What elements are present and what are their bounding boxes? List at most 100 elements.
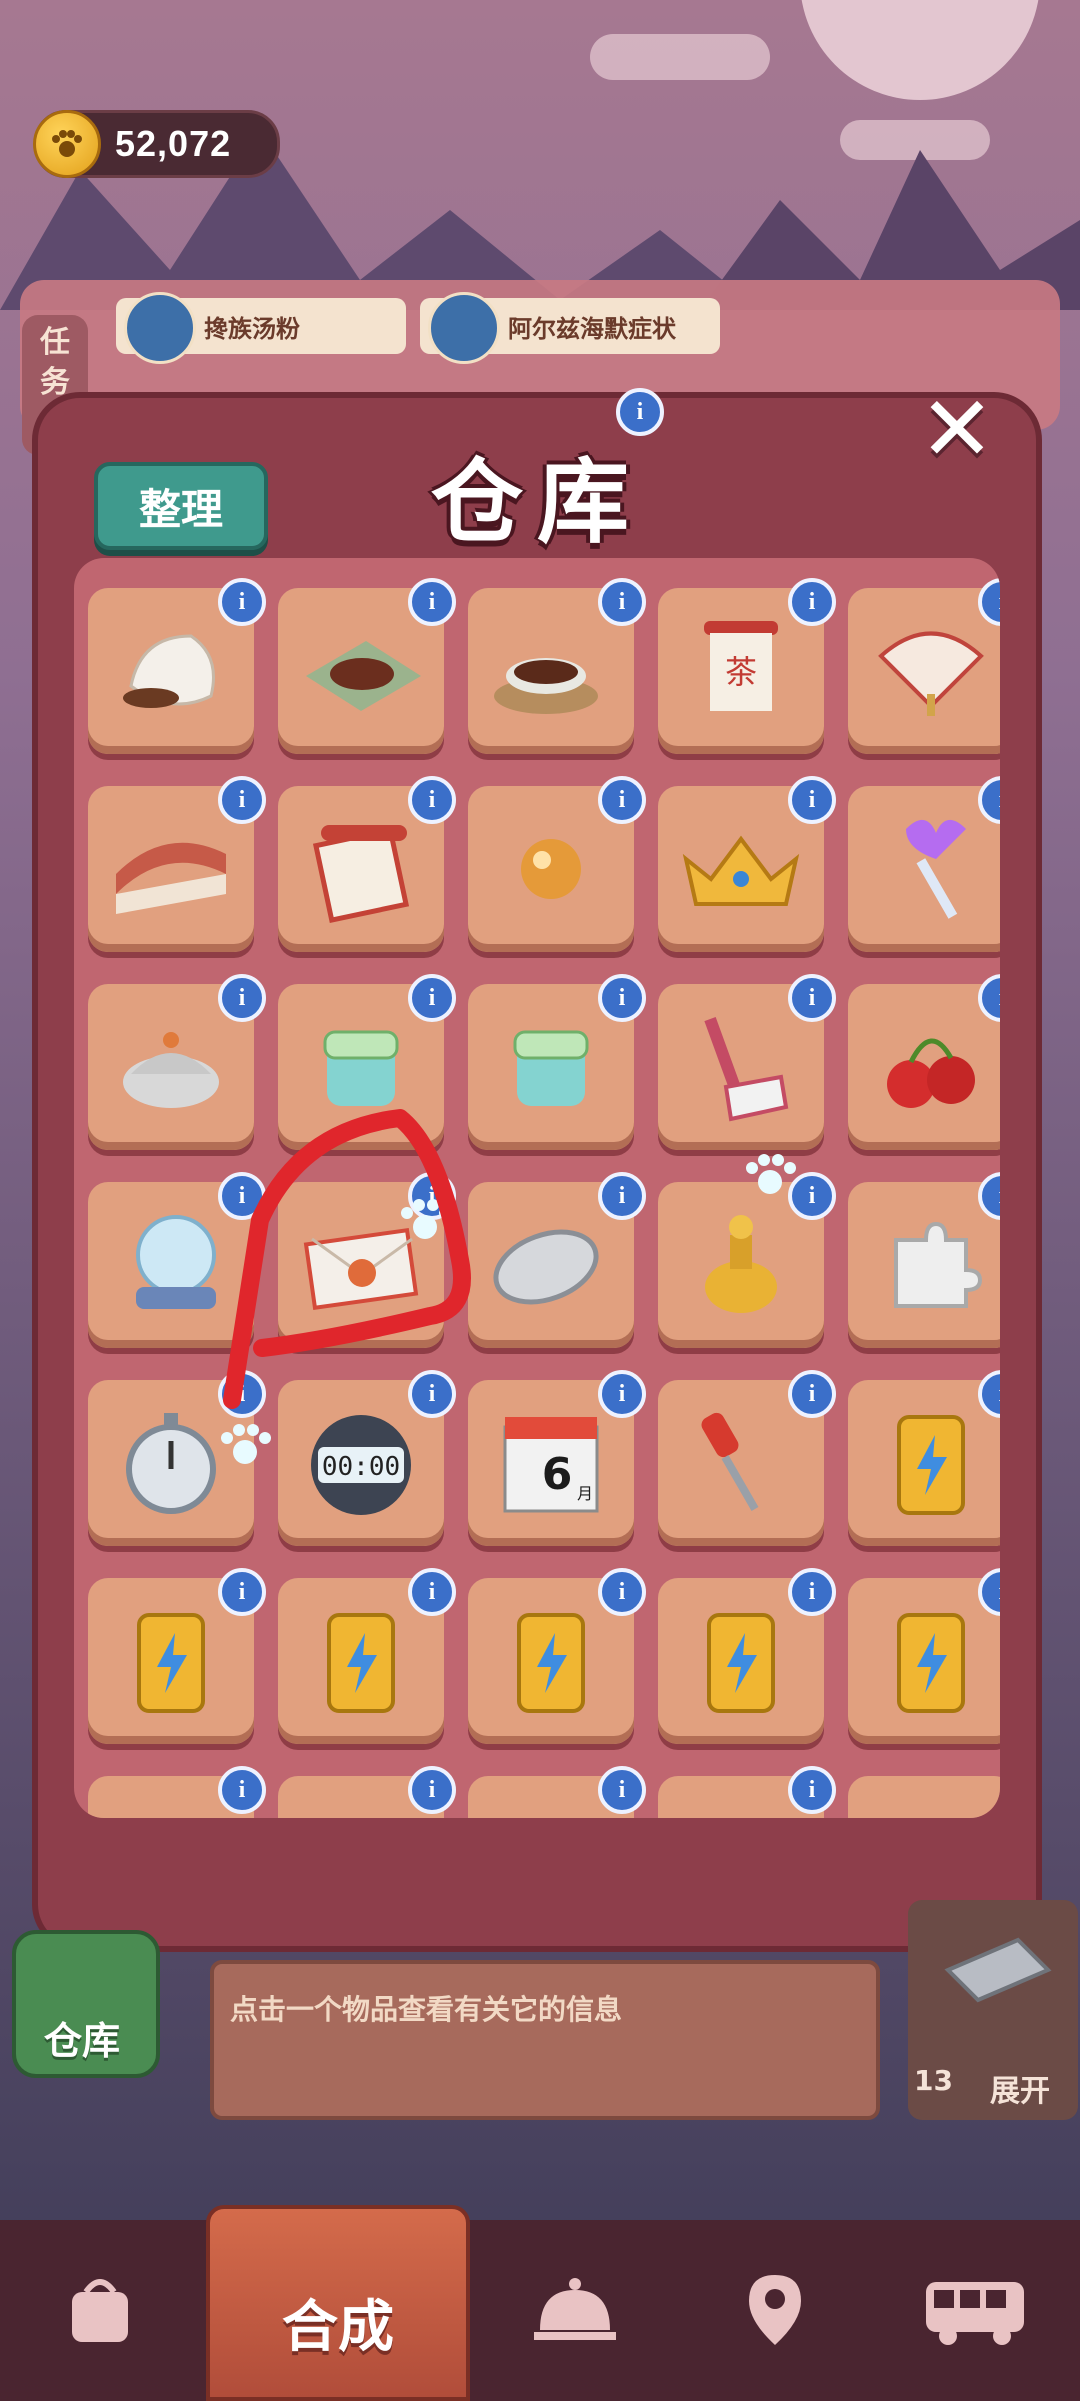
golden-crown-icon [676,804,806,934]
golden-bottle-icon [676,1200,806,1330]
task-card-2[interactable]: 阿尔兹海默症状 [420,292,720,364]
calendar-day-text: 6 [542,1449,573,1500]
task-card-2-label: 阿尔兹海默症状 [508,314,676,343]
item-info-icon[interactable]: i [408,974,456,1022]
inventory-slot[interactable]: i [88,776,266,952]
item-info-icon[interactable]: i [598,578,646,626]
info-glyph: i [636,398,644,425]
item-info-icon[interactable]: i [598,776,646,824]
item-info-icon[interactable]: i [788,1370,836,1418]
nav-map[interactable] [705,2250,845,2370]
puzzle-piece-icon [866,1200,996,1330]
bag-icon [72,2279,128,2342]
item-count: 13 [914,2064,953,2097]
nav-bus[interactable] [905,2250,1045,2370]
item-info-icon[interactable]: i [598,1370,646,1418]
energy-battery-icon [866,1596,996,1726]
inventory-slot[interactable]: i [278,1766,456,1818]
inventory-slot[interactable]: i [848,1370,1000,1546]
green-jar-icon [486,1002,616,1132]
inventory-slot[interactable]: i [848,974,1000,1150]
inventory-slot[interactable]: i [468,1568,646,1744]
item-info-icon[interactable]: i [788,578,836,626]
item-grid-panel: iii茶iiiiiiiiiiiiiiiiii00:00i6月iiiiiiiiii… [74,558,1000,1818]
title-info-icon[interactable]: i [616,388,664,436]
inventory-slot[interactable]: i [468,578,646,754]
bowl-of-tea-leaves-icon [486,606,616,736]
cloud-decoration [590,34,770,80]
item-info-icon[interactable]: i [788,776,836,824]
nav-service[interactable] [505,2250,645,2370]
expand-button[interactable]: 展开 [990,2066,1050,2110]
nav-shop[interactable] [30,2250,170,2370]
inventory-slot[interactable]: i [658,974,836,1150]
inventory-slot[interactable]: i [88,974,266,1150]
inventory-slot[interactable]: i [658,1172,836,1348]
inventory-slot[interactable]: i [88,1568,266,1744]
inventory-slot[interactable] [848,1776,1000,1818]
inventory-slot[interactable]: i [848,578,1000,754]
item-info-icon[interactable]: i [408,578,456,626]
tea-banner-icon: 茶 [676,606,806,736]
item-info-icon[interactable]: i [218,1766,266,1814]
inventory-slot[interactable]: i [468,1172,646,1348]
item-info-icon[interactable]: i [408,1370,456,1418]
item-info-icon[interactable]: i [218,1172,266,1220]
crystal-ball-icon [106,1200,236,1330]
item-info-icon[interactable]: i [598,1172,646,1220]
energy-battery-icon [296,1596,426,1726]
inventory-slot[interactable]: i [88,1766,266,1818]
inventory-slot[interactable]: i [278,578,456,754]
inventory-slot[interactable]: i [468,776,646,952]
inventory-slot[interactable]: i [658,1370,836,1546]
inventory-slot[interactable]: i [848,1568,1000,1744]
inventory-slot[interactable]: i [88,578,266,754]
task-bowl-icon [124,292,196,364]
item-info-icon[interactable]: i [218,776,266,824]
item-info-icon[interactable]: i [788,1568,836,1616]
inventory-slot[interactable]: i [848,776,1000,952]
merge-label: 合成 [282,2295,394,2360]
warehouse-label: 仓库 [43,2019,120,2063]
inventory-slot[interactable]: 00:00 i [278,1370,456,1546]
energy-battery-icon [106,1596,236,1726]
close-button[interactable]: ✕ [912,385,1002,480]
shovel-icon [676,1002,806,1132]
inventory-slot[interactable]: i [88,1172,266,1348]
paw-sparkle-icon [746,1154,796,1194]
inventory-slot[interactable]: i [658,1568,836,1744]
task-card-1-label: 搀族汤粉 [204,314,300,343]
item-info-icon[interactable]: i [218,974,266,1022]
inventory-slot[interactable]: i [658,776,836,952]
inventory-slot[interactable]: i [468,974,646,1150]
paw-sparkle-icon [221,1424,271,1464]
item-info-icon[interactable]: i [218,1568,266,1616]
inventory-slot[interactable]: i [658,1766,836,1818]
inventory-slot[interactable]: 6月i [468,1370,646,1546]
item-info-icon[interactable]: i [218,578,266,626]
bus-icon [926,2282,1024,2345]
inventory-slot[interactable]: 茶i [658,578,836,754]
task-card-1[interactable]: 搀族汤粉 [116,292,406,364]
inventory-slot[interactable]: i [278,1568,456,1744]
item-info-icon[interactable]: i [598,974,646,1022]
silver-tray-icon [486,1200,616,1330]
item-info-panel: 点击一个物品查看有关它的信息 [210,1960,880,2120]
item-info-icon[interactable]: i [788,974,836,1022]
inventory-slot[interactable]: i [848,1172,1000,1348]
service-bell-icon [534,2278,616,2340]
item-info-icon[interactable]: i [408,776,456,824]
item-info-icon[interactable]: i [408,1766,456,1814]
item-info-icon[interactable]: i [598,1568,646,1616]
item-info-icon[interactable]: i [408,1568,456,1616]
clay-pot-icon [106,1002,236,1132]
item-info-icon[interactable]: i [218,1370,266,1418]
item-info-icon[interactable]: i [788,1766,836,1814]
inventory-slot[interactable]: i [278,776,456,952]
calendar-icon: 6月 [486,1398,616,1528]
metal-plate-icon [944,1937,1052,2003]
item-info-icon[interactable]: i [598,1766,646,1814]
inventory-slot[interactable]: i [468,1766,646,1818]
golden-pearl-icon [486,804,616,934]
inventory-slot[interactable]: i [278,974,456,1150]
